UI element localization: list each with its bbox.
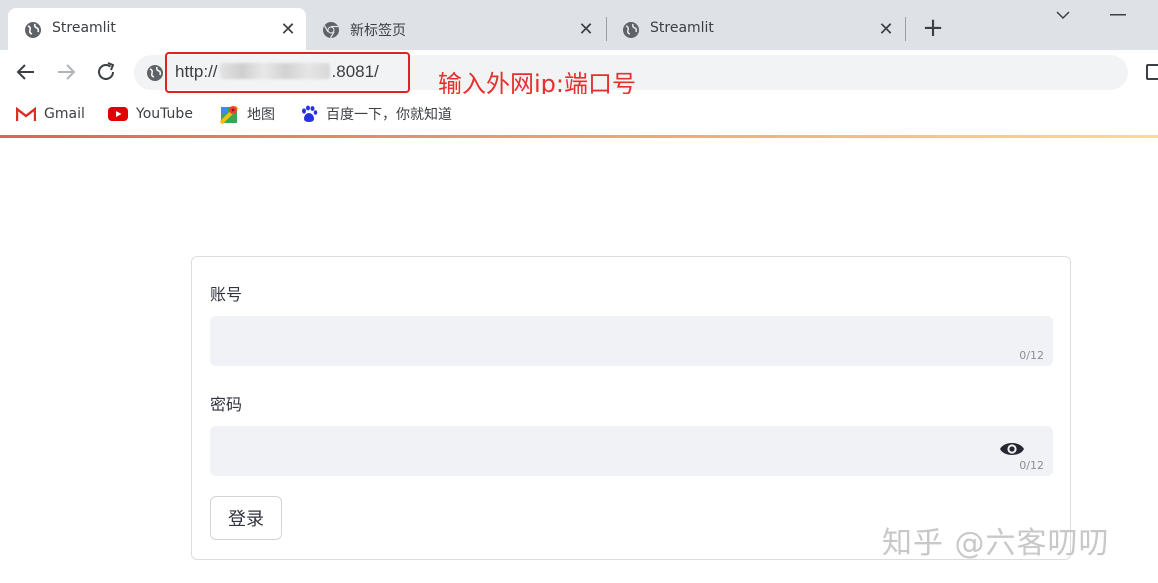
password-input[interactable]: 0/12 xyxy=(210,426,1053,476)
username-label: 账号 xyxy=(210,285,243,304)
bookmark-gmail[interactable]: Gmail xyxy=(16,103,85,125)
baidu-icon xyxy=(302,105,318,122)
new-tab-button[interactable]: + xyxy=(920,15,946,42)
login-form: 账号 0/12 密码 0/12 登录 xyxy=(191,256,1071,560)
password-label: 密码 xyxy=(210,395,243,414)
bookmark-maps[interactable]: 地图 xyxy=(220,103,275,125)
gmail-icon xyxy=(16,106,36,121)
reload-icon[interactable] xyxy=(94,60,118,84)
username-input[interactable]: 0/12 xyxy=(210,316,1053,366)
tab-search-chevron-icon[interactable] xyxy=(1055,10,1071,20)
chrome-icon xyxy=(323,22,339,39)
url-highlight-box xyxy=(165,52,410,93)
eye-icon[interactable] xyxy=(999,440,1025,458)
tab-separator xyxy=(905,17,906,41)
bookmark-label: Gmail xyxy=(44,106,85,122)
username-char-counter: 0/12 xyxy=(1019,349,1044,362)
back-arrow-icon[interactable] xyxy=(14,60,38,84)
minimize-icon[interactable] xyxy=(1110,14,1126,16)
side-panel-icon[interactable] xyxy=(1146,64,1158,80)
globe-icon xyxy=(623,22,639,38)
bookmark-label: YouTube xyxy=(136,106,193,122)
youtube-icon xyxy=(108,107,128,121)
tab-title: Streamlit xyxy=(52,20,116,36)
tab-strip: Streamlit ✕ 新标签页 ✕ Streamlit ✕ + xyxy=(0,0,1158,50)
bookmark-youtube[interactable]: YouTube xyxy=(108,103,193,125)
password-char-counter: 0/12 xyxy=(1019,459,1044,472)
tab-streamlit[interactable]: Streamlit ✕ xyxy=(606,8,904,50)
tab-title: 新标签页 xyxy=(350,23,406,39)
bookmark-label: 地图 xyxy=(247,107,275,123)
close-icon[interactable]: ✕ xyxy=(876,19,896,40)
watermark-text: 知乎 @六客叨叨 xyxy=(882,526,1110,561)
forward-arrow-icon[interactable] xyxy=(54,60,78,84)
close-icon[interactable]: ✕ xyxy=(576,19,596,40)
tab-new-tab[interactable]: 新标签页 ✕ xyxy=(306,8,604,50)
tab-streamlit-active[interactable]: Streamlit ✕ xyxy=(8,8,306,50)
loading-progress-bar xyxy=(0,135,1158,138)
bookmark-baidu[interactable]: 百度一下，你就知道 xyxy=(300,103,452,125)
bookmarks-bar: Gmail YouTube 地图 百度一下，你就知道 xyxy=(0,94,1158,134)
maps-icon xyxy=(220,105,239,124)
close-icon[interactable]: ✕ xyxy=(278,19,298,40)
login-button[interactable]: 登录 xyxy=(210,496,282,540)
tab-title: Streamlit xyxy=(650,20,714,36)
globe-icon xyxy=(25,22,41,38)
globe-icon xyxy=(147,65,163,81)
bookmark-label: 百度一下，你就知道 xyxy=(326,107,452,123)
